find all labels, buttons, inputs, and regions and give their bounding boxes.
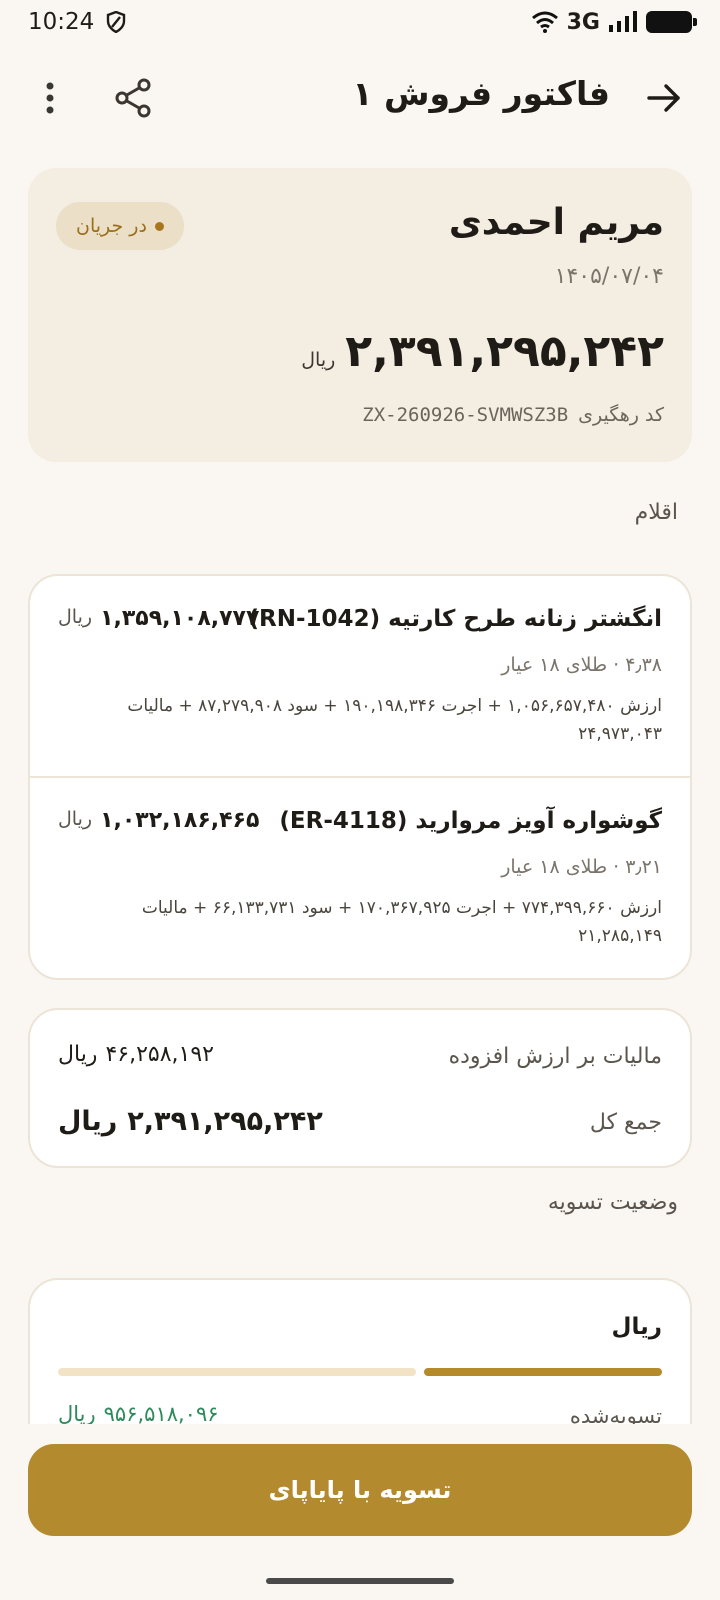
totals-card: مالیات بر ارزش افزوده ۴۶,۲۵۸,۱۹۲ ریال جم… — [28, 1008, 692, 1168]
tracking-row: کد رهگیری ZX-260926-SVMWSZ3B — [362, 404, 664, 426]
clock: 10:24 — [28, 9, 95, 35]
wifi-icon — [531, 11, 558, 33]
status-bar: 10:24 3G — [0, 0, 720, 44]
status-badge: در جریان — [56, 202, 184, 250]
invoice-screen: 10:24 3G فاکتور فروش ۱ مریم احمدی در جری… — [0, 0, 720, 1600]
progress-fill — [423, 1368, 662, 1376]
item-price-unit: ریال — [58, 606, 93, 628]
settle-button[interactable]: تسویه با پایاپای — [28, 1444, 692, 1536]
list-item[interactable]: گوشواره آویز مروارید (ER-4118) ۱,۰۳۲,۱۸۶… — [30, 776, 690, 978]
arrow-right-icon[interactable] — [644, 78, 684, 118]
vat-value: ۴۶,۲۵۸,۱۹۲ ریال — [58, 1042, 214, 1067]
settled-currency: ریال — [58, 1402, 96, 1426]
settlement-progress-bar — [58, 1368, 662, 1376]
status-bar-right: 3G — [531, 9, 697, 35]
item-breakdown: ارزش ۷۷۴,۳۹۹,۶۶۰ + اجرت ۱۷۰,۳۶۷,۹۲۵ + سو… — [141, 898, 662, 946]
settlement-currency-label: ریال — [611, 1314, 662, 1340]
settled-value: ۹۵۶,۵۱۸,۰۹۶ ریال — [58, 1402, 219, 1426]
invoice-summary-card: مریم احمدی در جریان ۱۴۰۵/۰۷/۰۴ ۲,۳۹۱,۲۹۵… — [28, 168, 692, 462]
vat-currency: ریال — [58, 1042, 98, 1067]
total-currency: ریال — [58, 1106, 118, 1137]
share-icon[interactable] — [112, 76, 156, 120]
vat-label: مالیات بر ارزش افزوده — [448, 1044, 662, 1069]
settled-amount: ۹۵۶,۵۱۸,۰۹۶ — [103, 1402, 219, 1426]
item-price-value: ۱,۳۵۹,۱۰۸,۷۷۷ — [100, 606, 260, 631]
tracking-code[interactable]: ZX-260926-SVMWSZ3B — [362, 404, 568, 426]
item-price: ۱,۰۳۲,۱۸۶,۴۶۵ ریال — [58, 808, 259, 833]
item-price-value: ۱,۰۳۲,۱۸۶,۴۶۵ — [100, 808, 260, 833]
signal-icon — [609, 11, 637, 32]
page-title: فاکتور فروش ۱ — [352, 74, 610, 113]
status-label: در جریان — [76, 215, 147, 237]
app-bar: فاکتور فروش ۱ — [0, 66, 720, 130]
customer-name: مریم احمدی — [448, 202, 664, 243]
items-section-title: اقلام — [634, 500, 678, 525]
items-card: انگشتر زنانه طرح کارتیه (RN-1042) ۱,۳۵۹,… — [28, 574, 692, 980]
invoice-amount: ۲,۳۹۱,۲۹۵,۲۴۲ ریال — [301, 326, 664, 377]
list-item[interactable]: انگشتر زنانه طرح کارتیه (RN-1042) ۱,۳۵۹,… — [30, 576, 690, 778]
battery-icon — [646, 11, 697, 33]
amount-value: ۲,۳۹۱,۲۹۵,۲۴۲ — [345, 326, 664, 377]
item-name: انگشتر زنانه طرح کارتیه (RN-1042) — [248, 606, 662, 632]
total-amount: ۲,۳۹۱,۲۹۵,۲۴۲ — [127, 1106, 323, 1137]
settlement-section-title: وضعیت تسویه — [547, 1190, 678, 1215]
total-label: جمع کل — [589, 1110, 662, 1135]
item-name: گوشواره آویز مروارید (ER-4118) — [279, 808, 662, 834]
home-indicator[interactable] — [266, 1578, 454, 1584]
status-bar-left: 10:24 — [28, 9, 126, 35]
more-vert-icon[interactable] — [32, 76, 68, 120]
shield-icon — [107, 11, 126, 33]
total-value: ۲,۳۹۱,۲۹۵,۲۴۲ ریال — [58, 1106, 323, 1137]
vat-amount: ۴۶,۲۵۸,۱۹۲ — [105, 1042, 214, 1067]
item-price-unit: ریال — [58, 808, 93, 830]
tracking-label: کد رهگیری — [578, 404, 664, 426]
network-type: 3G — [566, 9, 600, 35]
item-price: ۱,۳۵۹,۱۰۸,۷۷۷ ریال — [58, 606, 259, 631]
item-meta: ۴٫۳۸ · طلای ۱۸ عیار — [501, 654, 662, 676]
item-breakdown: ارزش ۱,۰۵۶,۶۵۷,۴۸۰ + اجرت ۱۹۰,۱۹۸,۳۴۶ + … — [127, 696, 662, 744]
amount-currency: ریال — [301, 349, 336, 371]
invoice-date: ۱۴۰۵/۰۷/۰۴ — [554, 264, 664, 289]
status-dot-icon — [154, 221, 164, 231]
progress-remaining — [58, 1368, 416, 1376]
bottom-action-area: تسویه با پایاپای — [0, 1424, 720, 1600]
item-meta: ۳٫۲۱ · طلای ۱۸ عیار — [501, 856, 662, 878]
